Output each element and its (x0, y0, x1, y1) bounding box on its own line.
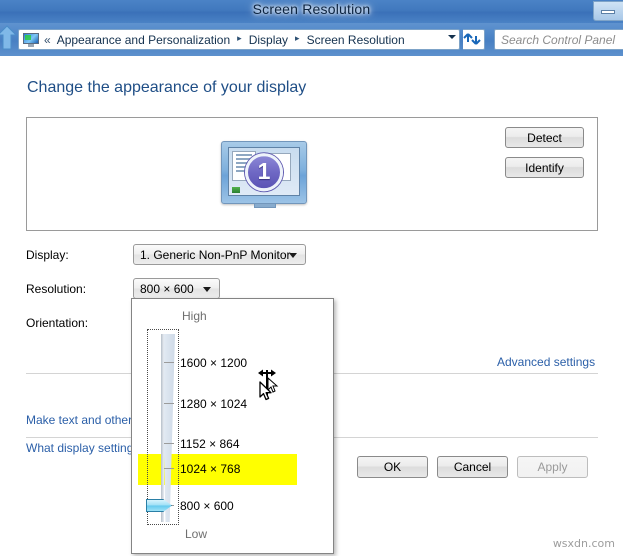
back-arrow-icon[interactable] (0, 24, 18, 50)
resolution-option[interactable]: 1280 × 1024 (180, 397, 247, 411)
chevron-down-icon[interactable] (448, 35, 456, 39)
slider-high-label: High (182, 309, 207, 323)
display-dropdown-value: 1. Generic Non-PnP Monitor (140, 247, 291, 262)
breadcrumb-item-screen-resolution[interactable]: Screen Resolution (305, 32, 407, 48)
breadcrumb-separator-icon: ▸ (237, 33, 242, 43)
watermark: wsxdn.com (552, 537, 615, 550)
apply-button: Apply (517, 456, 588, 478)
monitor-number-label: 1 (257, 158, 271, 185)
identify-button[interactable]: Identify (505, 157, 584, 178)
resolution-label: Resolution: (26, 282, 87, 296)
display-monitor-icon (23, 32, 39, 47)
advanced-settings-link[interactable]: Advanced settings (497, 355, 595, 369)
resolution-option[interactable]: 1024 × 768 (180, 462, 240, 476)
display-dropdown[interactable]: 1. Generic Non-PnP Monitor (133, 244, 306, 265)
refresh-button[interactable] (463, 29, 485, 50)
refresh-icon (463, 33, 481, 45)
slider-tick (164, 403, 174, 404)
display-label: Display: (26, 248, 69, 262)
what-display-settings-link[interactable]: What display setting (26, 441, 133, 455)
make-text-larger-link[interactable]: Make text and other (26, 413, 132, 427)
arrow-pointer-cursor (259, 381, 275, 403)
minimize-icon (601, 10, 615, 14)
search-input-placeholder[interactable]: Search Control Panel (495, 33, 615, 47)
detect-button[interactable]: Detect (505, 127, 584, 148)
resolution-option[interactable]: 1600 × 1200 (180, 356, 247, 370)
monitor-number-badge: 1 (245, 152, 283, 191)
chevron-down-icon (289, 252, 297, 258)
cancel-button[interactable]: Cancel (437, 456, 508, 478)
resolution-option[interactable]: 800 × 600 (180, 499, 234, 513)
slider-tick (164, 362, 174, 363)
slider-tick (164, 468, 174, 469)
resolution-dropdown-value: 800 × 600 (140, 281, 194, 296)
monitor-preview-icon[interactable]: 1 (221, 141, 307, 204)
minimize-button[interactable] (593, 1, 623, 21)
orientation-label: Orientation: (26, 316, 89, 330)
screen-resolution-window: Screen Resolution « Appearance and Perso… (0, 0, 623, 556)
resolution-slider-flyout: High Low 1600 × 1200 1280 × 1024 1152 × 86… (131, 298, 334, 554)
window-title: Screen Resolution (252, 1, 371, 17)
slider-tick (164, 443, 174, 444)
breadcrumb-item-display[interactable]: Display (247, 32, 290, 48)
slider-low-label: Low (185, 527, 208, 541)
ok-button[interactable]: OK (357, 456, 428, 478)
window-title-bar: Screen Resolution (0, 0, 623, 23)
resolution-slider[interactable] (147, 329, 179, 525)
search-control-panel-box[interactable]: Search Control Panel (494, 29, 623, 50)
monitor-stand-graphic (254, 204, 276, 208)
page-title: Change the appearance of your display (27, 79, 307, 96)
breadcrumb-overflow-chevron[interactable]: « (44, 33, 51, 47)
breadcrumb[interactable]: « Appearance and Personalization ▸ Displ… (18, 29, 460, 50)
slider-thumb[interactable] (146, 499, 172, 512)
chevron-down-icon (203, 286, 211, 292)
resolution-option[interactable]: 1152 × 864 (180, 437, 240, 451)
resolution-dropdown[interactable]: 800 × 600 (133, 278, 220, 299)
breadcrumb-separator-icon: ▸ (295, 33, 300, 43)
breadcrumb-item-appearance[interactable]: Appearance and Personalization (55, 32, 232, 48)
